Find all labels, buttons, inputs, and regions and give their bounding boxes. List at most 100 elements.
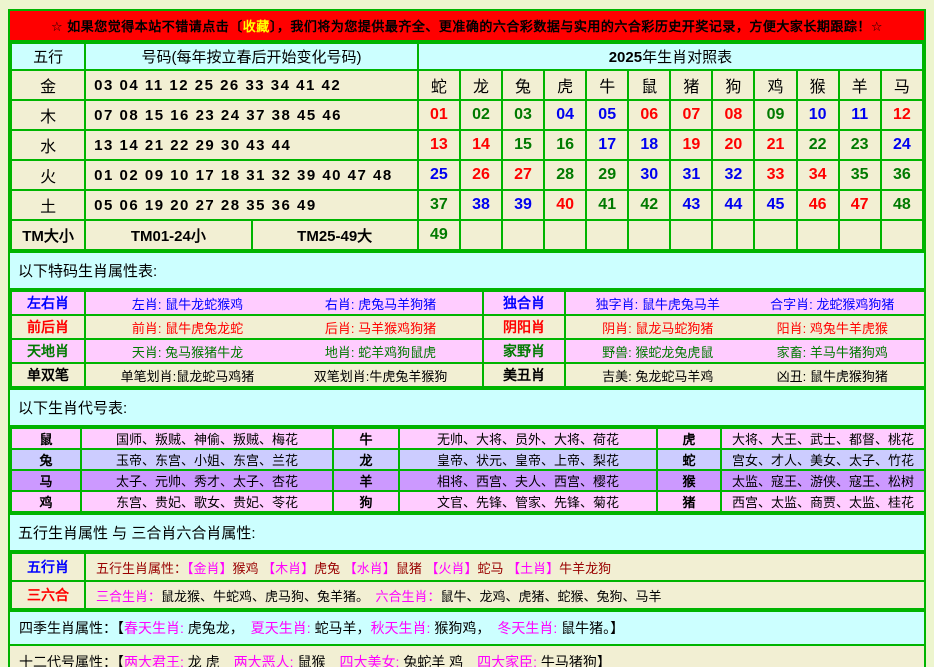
zodiac-name-cell: 鼠 — [628, 70, 670, 100]
wuxing-row-label: 三六合 — [11, 581, 85, 609]
codes-aliases: 太监、寇王、游侠、寇王、松树 — [721, 470, 925, 491]
wuxing-row: 三六合三合生肖：鼠龙猴、牛蛇鸡、虎马狗、兔羊猪。 六合生肖：鼠牛、龙鸡、虎猪、蛇… — [11, 581, 925, 609]
empty-cell — [839, 220, 881, 250]
element-label: 土 — [11, 190, 85, 220]
text-segment: 【金肖】 — [187, 561, 233, 576]
zodiac-number-cell: 28 — [544, 160, 586, 190]
zodiac-number-cell: 16 — [544, 130, 586, 160]
attr-row-content-right: 野兽: 猴蛇龙兔虎鼠家畜: 羊马牛猪狗鸡 — [565, 339, 925, 363]
codes-row: 兔玉帝、东宫、小姐、东宫、兰花龙皇帝、状元、皇帝、上帝、梨花蛇宫女、才人、美女、… — [11, 449, 925, 470]
attr-part: 双笔划肖:牛虎兔羊猴狗 — [284, 366, 477, 385]
attr-row-content-left: 单笔划肖:鼠龙蛇马鸡猪双笔划肖:牛虎兔羊猴狗 — [85, 363, 483, 387]
empty-cell — [628, 220, 670, 250]
attr-row-label2: 家野肖 — [483, 339, 565, 363]
attr-part: 左肖: 鼠牛龙蛇猴鸡 — [91, 294, 284, 313]
text-segment: 【火肖】 — [425, 561, 477, 576]
main-table-row: 水13 14 21 22 29 30 43 441314151617181920… — [11, 130, 923, 160]
empty-cell — [502, 220, 544, 250]
codes-row: 鸡东宫、贵妃、歌女、贵妃、苓花狗文官、先锋、管家、先锋、菊花猪西宫、太监、商贾、… — [11, 491, 925, 512]
zodiac-number-cell: 44 — [712, 190, 754, 220]
empty-cell — [586, 220, 628, 250]
zodiac-number-cell: 35 — [839, 160, 881, 190]
element-numbers: 03 04 11 12 25 26 33 34 41 42 — [85, 70, 418, 100]
codes-animal-label: 虎 — [657, 428, 721, 449]
attr-part: 前肖: 鼠牛虎兔龙蛇 — [91, 318, 284, 337]
zodiac-number-cell: 34 — [797, 160, 839, 190]
text-segment: 龙 虎 — [188, 654, 234, 667]
attr-row-content-right: 吉美: 兔龙蛇马羊鸡凶丑: 鼠牛虎猴狗猪 — [565, 363, 925, 387]
attr-table-body: 左右肖左肖: 鼠牛龙蛇猴鸡右肖: 虎兔马羊狗猪独合肖独字肖: 鼠牛虎兔马羊合字肖… — [11, 291, 925, 387]
codes-aliases: 太子、元帅、秀才、太子、杏花 — [81, 470, 333, 491]
text-segment: 鼠牛猪。】 — [561, 620, 624, 636]
zodiac-number-cell: 04 — [544, 100, 586, 130]
codes-animal-label: 鸡 — [11, 491, 81, 512]
text-segment: 牛羊龙狗 — [559, 561, 611, 576]
main-header-numbers: 号码(每年按立春后开始变化号码) — [85, 43, 418, 70]
zodiac-number-cell: 45 — [754, 190, 796, 220]
element-label: 木 — [11, 100, 85, 130]
attr-part: 阳肖: 鸡兔牛羊虎猴 — [745, 318, 919, 337]
empty-cell — [712, 220, 754, 250]
main-table-header-row: 五行号码(每年按立春后开始变化号码)2025年生肖对照表 — [11, 43, 923, 70]
element-numbers: 07 08 15 16 23 24 37 38 45 46 — [85, 100, 418, 130]
attr-row-content-right: 阴肖: 鼠龙马蛇狗猪阳肖: 鸡兔牛羊虎猴 — [565, 315, 925, 339]
zodiac-number-cell: 41 — [586, 190, 628, 220]
attr-row-label: 左右肖 — [11, 291, 85, 315]
codes-aliases: 国师、叛贼、神偷、叛贼、梅花 — [81, 428, 333, 449]
zodiac-number-cell: 22 — [797, 130, 839, 160]
text-segment: 鼠猪 — [396, 561, 426, 576]
codes-aliases: 宫女、才人、美女、太子、竹花 — [721, 449, 925, 470]
wuxing-row-label: 五行肖 — [11, 553, 85, 581]
zodiac-name-cell: 狗 — [712, 70, 754, 100]
bookmark-link[interactable]: 收藏 — [243, 19, 270, 34]
zodiac-main-table: 五行号码(每年按立春后开始变化号码)2025年生肖对照表金03 04 11 12… — [10, 42, 924, 251]
attr-part: 地肖: 蛇羊鸡狗鼠虎 — [284, 342, 477, 361]
attr-row: 左右肖左肖: 鼠牛龙蛇猴鸡右肖: 虎兔马羊狗猪独合肖独字肖: 鼠牛虎兔马羊合字肖… — [11, 291, 925, 315]
text-segment: 猴狗鸡， — [434, 620, 497, 636]
attr-row-label: 天地肖 — [11, 339, 85, 363]
attr-row-content-left: 前肖: 鼠牛虎兔龙蛇后肖: 马羊猴鸡狗猪 — [85, 315, 483, 339]
zodiac-number-cell: 49 — [418, 220, 460, 250]
zodiac-name-cell: 龙 — [460, 70, 502, 100]
attr-row-label2: 美丑肖 — [483, 363, 565, 387]
codes-aliases: 大将、大王、武士、都督、桃花 — [721, 428, 925, 449]
zodiac-name-cell: 蛇 — [418, 70, 460, 100]
main-table-row: 金03 04 11 12 25 26 33 34 41 42蛇龙兔虎牛鼠猪狗鸡猴… — [11, 70, 923, 100]
zodiac-number-cell: 03 — [502, 100, 544, 130]
codes-animal-label: 狗 — [333, 491, 399, 512]
element-numbers: 13 14 21 22 29 30 43 44 — [85, 130, 418, 160]
attr-part: 后肖: 马羊猴鸡狗猪 — [284, 318, 477, 337]
wuxing-sanhe-table: 五行肖五行生肖属性：【金肖】猴鸡 【木肖】虎兔 【水肖】鼠猪 【火肖】蛇马 【土… — [10, 552, 926, 610]
zodiac-number-cell: 29 — [586, 160, 628, 190]
page: ☆ 如果您觉得本站不错请点击〔收藏〕，我们将为您提供最齐全、更准确的六合彩数据与… — [0, 0, 934, 667]
zodiac-number-cell: 42 — [628, 190, 670, 220]
text-segment: 两大恶人: — [234, 654, 298, 667]
text-segment: 两大君王: — [124, 654, 188, 667]
zodiac-number-cell: 02 — [460, 100, 502, 130]
empty-cell — [544, 220, 586, 250]
zodiac-number-cell: 24 — [881, 130, 923, 160]
season-attributes-row: 四季生肖属性：【春天生肖: 虎兔龙， 夏天生肖: 蛇马羊，秋天生肖: 猴狗鸡， … — [10, 610, 924, 644]
zodiac-number-cell: 07 — [670, 100, 712, 130]
attr-row-content-left: 左肖: 鼠牛龙蛇猴鸡右肖: 虎兔马羊狗猪 — [85, 291, 483, 315]
text-segment: 四大美女: — [339, 654, 403, 667]
codes-animal-label: 马 — [11, 470, 81, 491]
codes-aliases: 玉帝、东宫、小姐、东宫、兰花 — [81, 449, 333, 470]
codes-animal-label: 龙 — [333, 449, 399, 470]
zodiac-name-cell: 兔 — [502, 70, 544, 100]
zodiac-name-cell: 鸡 — [754, 70, 796, 100]
zodiac-name-cell: 牛 — [586, 70, 628, 100]
zodiac-number-cell: 27 — [502, 160, 544, 190]
attr-row: 单双笔单笔划肖:鼠龙蛇马鸡猪双笔划肖:牛虎兔羊猴狗美丑肖吉美: 兔龙蛇马羊鸡凶丑… — [11, 363, 925, 387]
zodiac-number-cell: 47 — [839, 190, 881, 220]
special-attributes-table: 左右肖左肖: 鼠牛龙蛇猴鸡右肖: 虎兔马羊狗猪独合肖独字肖: 鼠牛虎兔马羊合字肖… — [10, 290, 926, 388]
codes-animal-label: 兔 — [11, 449, 81, 470]
zodiac-number-cell: 20 — [712, 130, 754, 160]
top-banner: ☆ 如果您觉得本站不错请点击〔收藏〕，我们将为您提供最齐全、更准确的六合彩数据与… — [10, 11, 924, 42]
empty-cell — [881, 220, 923, 250]
main-table-body: 五行号码(每年按立春后开始变化号码)2025年生肖对照表金03 04 11 12… — [11, 43, 923, 250]
zodiac-number-cell: 01 — [418, 100, 460, 130]
codes-aliases: 相将、西宫、夫人、西宫、樱花 — [399, 470, 657, 491]
text-segment: 鼠牛、龙鸡、虎猪、蛇猴、兔狗、马羊 — [441, 589, 662, 604]
text-segment: 夏天生肖: — [251, 620, 315, 636]
